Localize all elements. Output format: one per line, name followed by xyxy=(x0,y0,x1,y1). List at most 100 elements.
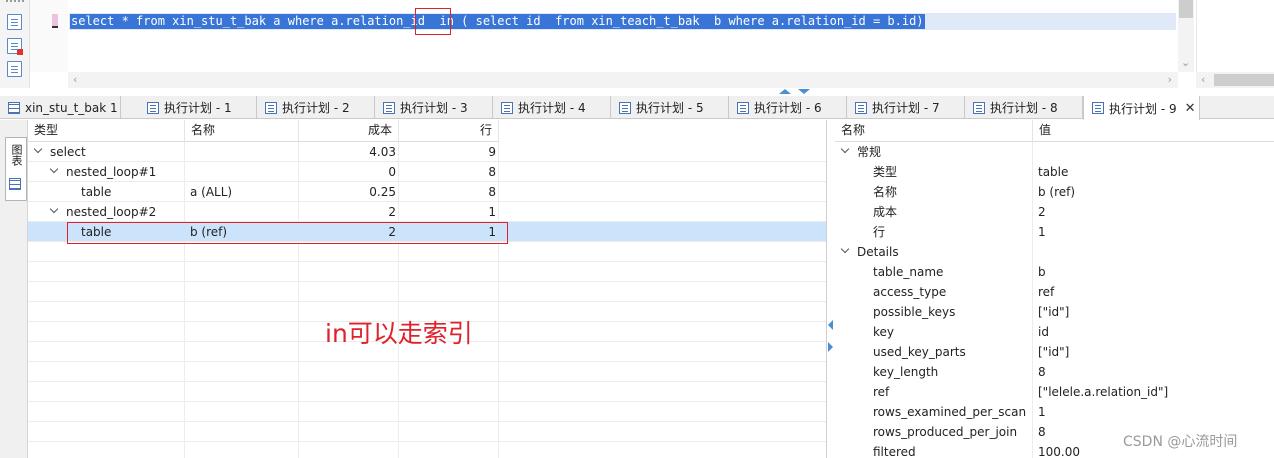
prop-name: 名称 xyxy=(873,185,898,199)
prop-name: 成本 xyxy=(873,205,898,219)
prop-row[interactable]: 名称 b (ref) xyxy=(835,182,1274,202)
prop-name: used_key_parts xyxy=(873,345,966,359)
plan-icon xyxy=(855,101,867,114)
stop-icon[interactable] xyxy=(7,38,23,55)
tab-plan-7[interactable]: 执行计划 - 7 xyxy=(847,96,965,119)
tab-plan-9[interactable]: 执行计划 - 9 ✕ xyxy=(1083,96,1200,120)
sql-statement[interactable]: select * from xin_stu_t_bak a where a.re… xyxy=(70,14,925,29)
row-cost: 0.25 xyxy=(369,185,396,199)
sql-editor[interactable]: select * from xin_stu_t_bak a where a.re… xyxy=(0,0,1274,90)
prop-row[interactable]: key_length 8 xyxy=(835,362,1274,382)
chevron-down-icon[interactable] xyxy=(34,146,44,156)
props-header-name[interactable]: 名称 xyxy=(835,120,1033,142)
group-general[interactable]: 常规 xyxy=(835,142,1274,162)
chevron-down-icon[interactable] xyxy=(50,206,60,216)
prop-value: id xyxy=(1038,325,1049,339)
prop-value: 1 xyxy=(1038,405,1046,419)
scroll-down-icon[interactable]: ⌄ xyxy=(1181,56,1190,69)
plan-icon xyxy=(737,101,749,114)
prop-name: ref xyxy=(873,385,890,399)
column-header-cost[interactable]: 成本 xyxy=(299,120,399,142)
prop-value: ["lelele.a.relation_id"] xyxy=(1038,385,1169,399)
prop-row[interactable]: used_key_parts ["id"] xyxy=(835,342,1274,362)
prop-name: key_length xyxy=(873,365,939,379)
vertical-scroll-thumb[interactable] xyxy=(1179,0,1193,18)
collapse-left-icon[interactable] xyxy=(828,320,833,330)
sql-prefix: select * from xin_stu_t_bak a where a.re… xyxy=(71,14,440,28)
row-name: a (ALL) xyxy=(190,185,233,199)
prop-row[interactable]: 行 1 xyxy=(835,222,1274,242)
group-details[interactable]: Details xyxy=(835,242,1274,262)
prop-value: 100.00 xyxy=(1038,445,1080,458)
column-header-name[interactable]: 名称 xyxy=(185,120,299,142)
grid-view-icon[interactable] xyxy=(9,178,21,190)
prop-row[interactable]: access_type ref xyxy=(835,282,1274,302)
empty-row xyxy=(28,242,826,262)
prop-value: table xyxy=(1038,165,1069,179)
splitter-down-icon[interactable] xyxy=(798,89,810,94)
empty-row xyxy=(28,422,826,442)
prop-value: 2 xyxy=(1038,205,1046,219)
column-header-type[interactable]: 类型 xyxy=(28,120,185,142)
side-scroll-left-icon[interactable]: ‹ xyxy=(1201,73,1205,86)
editor-horizontal-scrollbar[interactable]: ‹ › xyxy=(68,72,1178,88)
prop-value: b xyxy=(1038,265,1046,279)
scroll-left-icon[interactable]: ‹ xyxy=(73,73,77,86)
side-scroll-thumb[interactable] xyxy=(1214,74,1274,86)
panel-divider[interactable] xyxy=(827,120,835,458)
row-rows: 8 xyxy=(488,185,496,199)
empty-row xyxy=(28,262,826,282)
tab-plan-4[interactable]: 执行计划 - 4 xyxy=(493,96,611,119)
empty-row xyxy=(28,362,826,382)
annotation-text: in可以走索引 xyxy=(325,319,473,348)
prop-name: filtered xyxy=(873,445,916,458)
table-row[interactable]: select 4.03 9 xyxy=(28,142,826,162)
prop-row[interactable]: 成本 2 xyxy=(835,202,1274,222)
prop-row[interactable]: 类型 table xyxy=(835,162,1274,182)
prop-value: ["id"] xyxy=(1038,305,1070,319)
splitter-up-icon[interactable] xyxy=(779,89,791,94)
chevron-down-icon[interactable] xyxy=(841,246,851,256)
prop-row[interactable]: table_name b xyxy=(835,262,1274,282)
prop-row[interactable]: possible_keys ["id"] xyxy=(835,302,1274,322)
collapse-right-icon[interactable] xyxy=(828,342,833,352)
prop-name: rows_examined_per_scan xyxy=(873,405,1027,419)
empty-row xyxy=(28,382,826,402)
row-rows: 9 xyxy=(488,145,496,159)
props-header-value[interactable]: 值 xyxy=(1033,120,1274,142)
tab-plan-8[interactable]: 执行计划 - 8 xyxy=(965,96,1083,119)
chart-view-tab[interactable]: 图表 xyxy=(5,137,27,201)
prop-value: ["id"] xyxy=(1038,345,1070,359)
tab-plan-2[interactable]: 执行计划 - 2 xyxy=(257,96,375,119)
explain-icon[interactable] xyxy=(7,61,22,77)
prop-name: key xyxy=(873,325,895,339)
group-label: 常规 xyxy=(841,142,881,162)
toolbar-grip[interactable] xyxy=(6,0,24,4)
scroll-right-icon[interactable]: › xyxy=(1168,73,1172,86)
tab-result-1[interactable]: xin_stu_t_bak 1 xyxy=(0,96,121,119)
tab-plan-3[interactable]: 执行计划 - 3 xyxy=(375,96,493,119)
row-type-label: nested_loop#1 xyxy=(66,165,157,179)
tab-plan-6[interactable]: 执行计划 - 6 xyxy=(729,96,847,119)
close-icon[interactable]: ✕ xyxy=(1185,101,1196,116)
run-script-icon[interactable] xyxy=(7,14,22,30)
prop-row[interactable]: rows_examined_per_scan 1 xyxy=(835,402,1274,422)
table-row[interactable]: table a (ALL) 0.25 8 xyxy=(28,182,826,202)
tab-plan-5[interactable]: 执行计划 - 5 xyxy=(611,96,729,119)
empty-row xyxy=(28,282,826,302)
empty-row xyxy=(28,402,826,422)
tab-label: 执行计划 - 7 xyxy=(872,101,940,115)
selected-row-highlight-box xyxy=(67,222,508,244)
prop-row[interactable]: key id xyxy=(835,322,1274,342)
column-header-rows[interactable]: 行 xyxy=(399,120,499,142)
table-row[interactable]: nested_loop#1 0 8 xyxy=(28,162,826,182)
editor-result-splitter[interactable] xyxy=(0,88,1274,95)
tab-plan-1[interactable]: 执行计划 - 1 xyxy=(139,96,257,119)
row-type-label: nested_loop#2 xyxy=(66,205,157,219)
table-row[interactable]: nested_loop#2 2 1 xyxy=(28,202,826,222)
chevron-down-icon[interactable] xyxy=(841,146,851,156)
prop-row[interactable]: ref ["lelele.a.relation_id"] xyxy=(835,382,1274,402)
chevron-down-icon[interactable] xyxy=(50,166,60,176)
row-type: select xyxy=(34,142,86,162)
watermark-text: CSDN @心流时间 xyxy=(1123,434,1238,450)
